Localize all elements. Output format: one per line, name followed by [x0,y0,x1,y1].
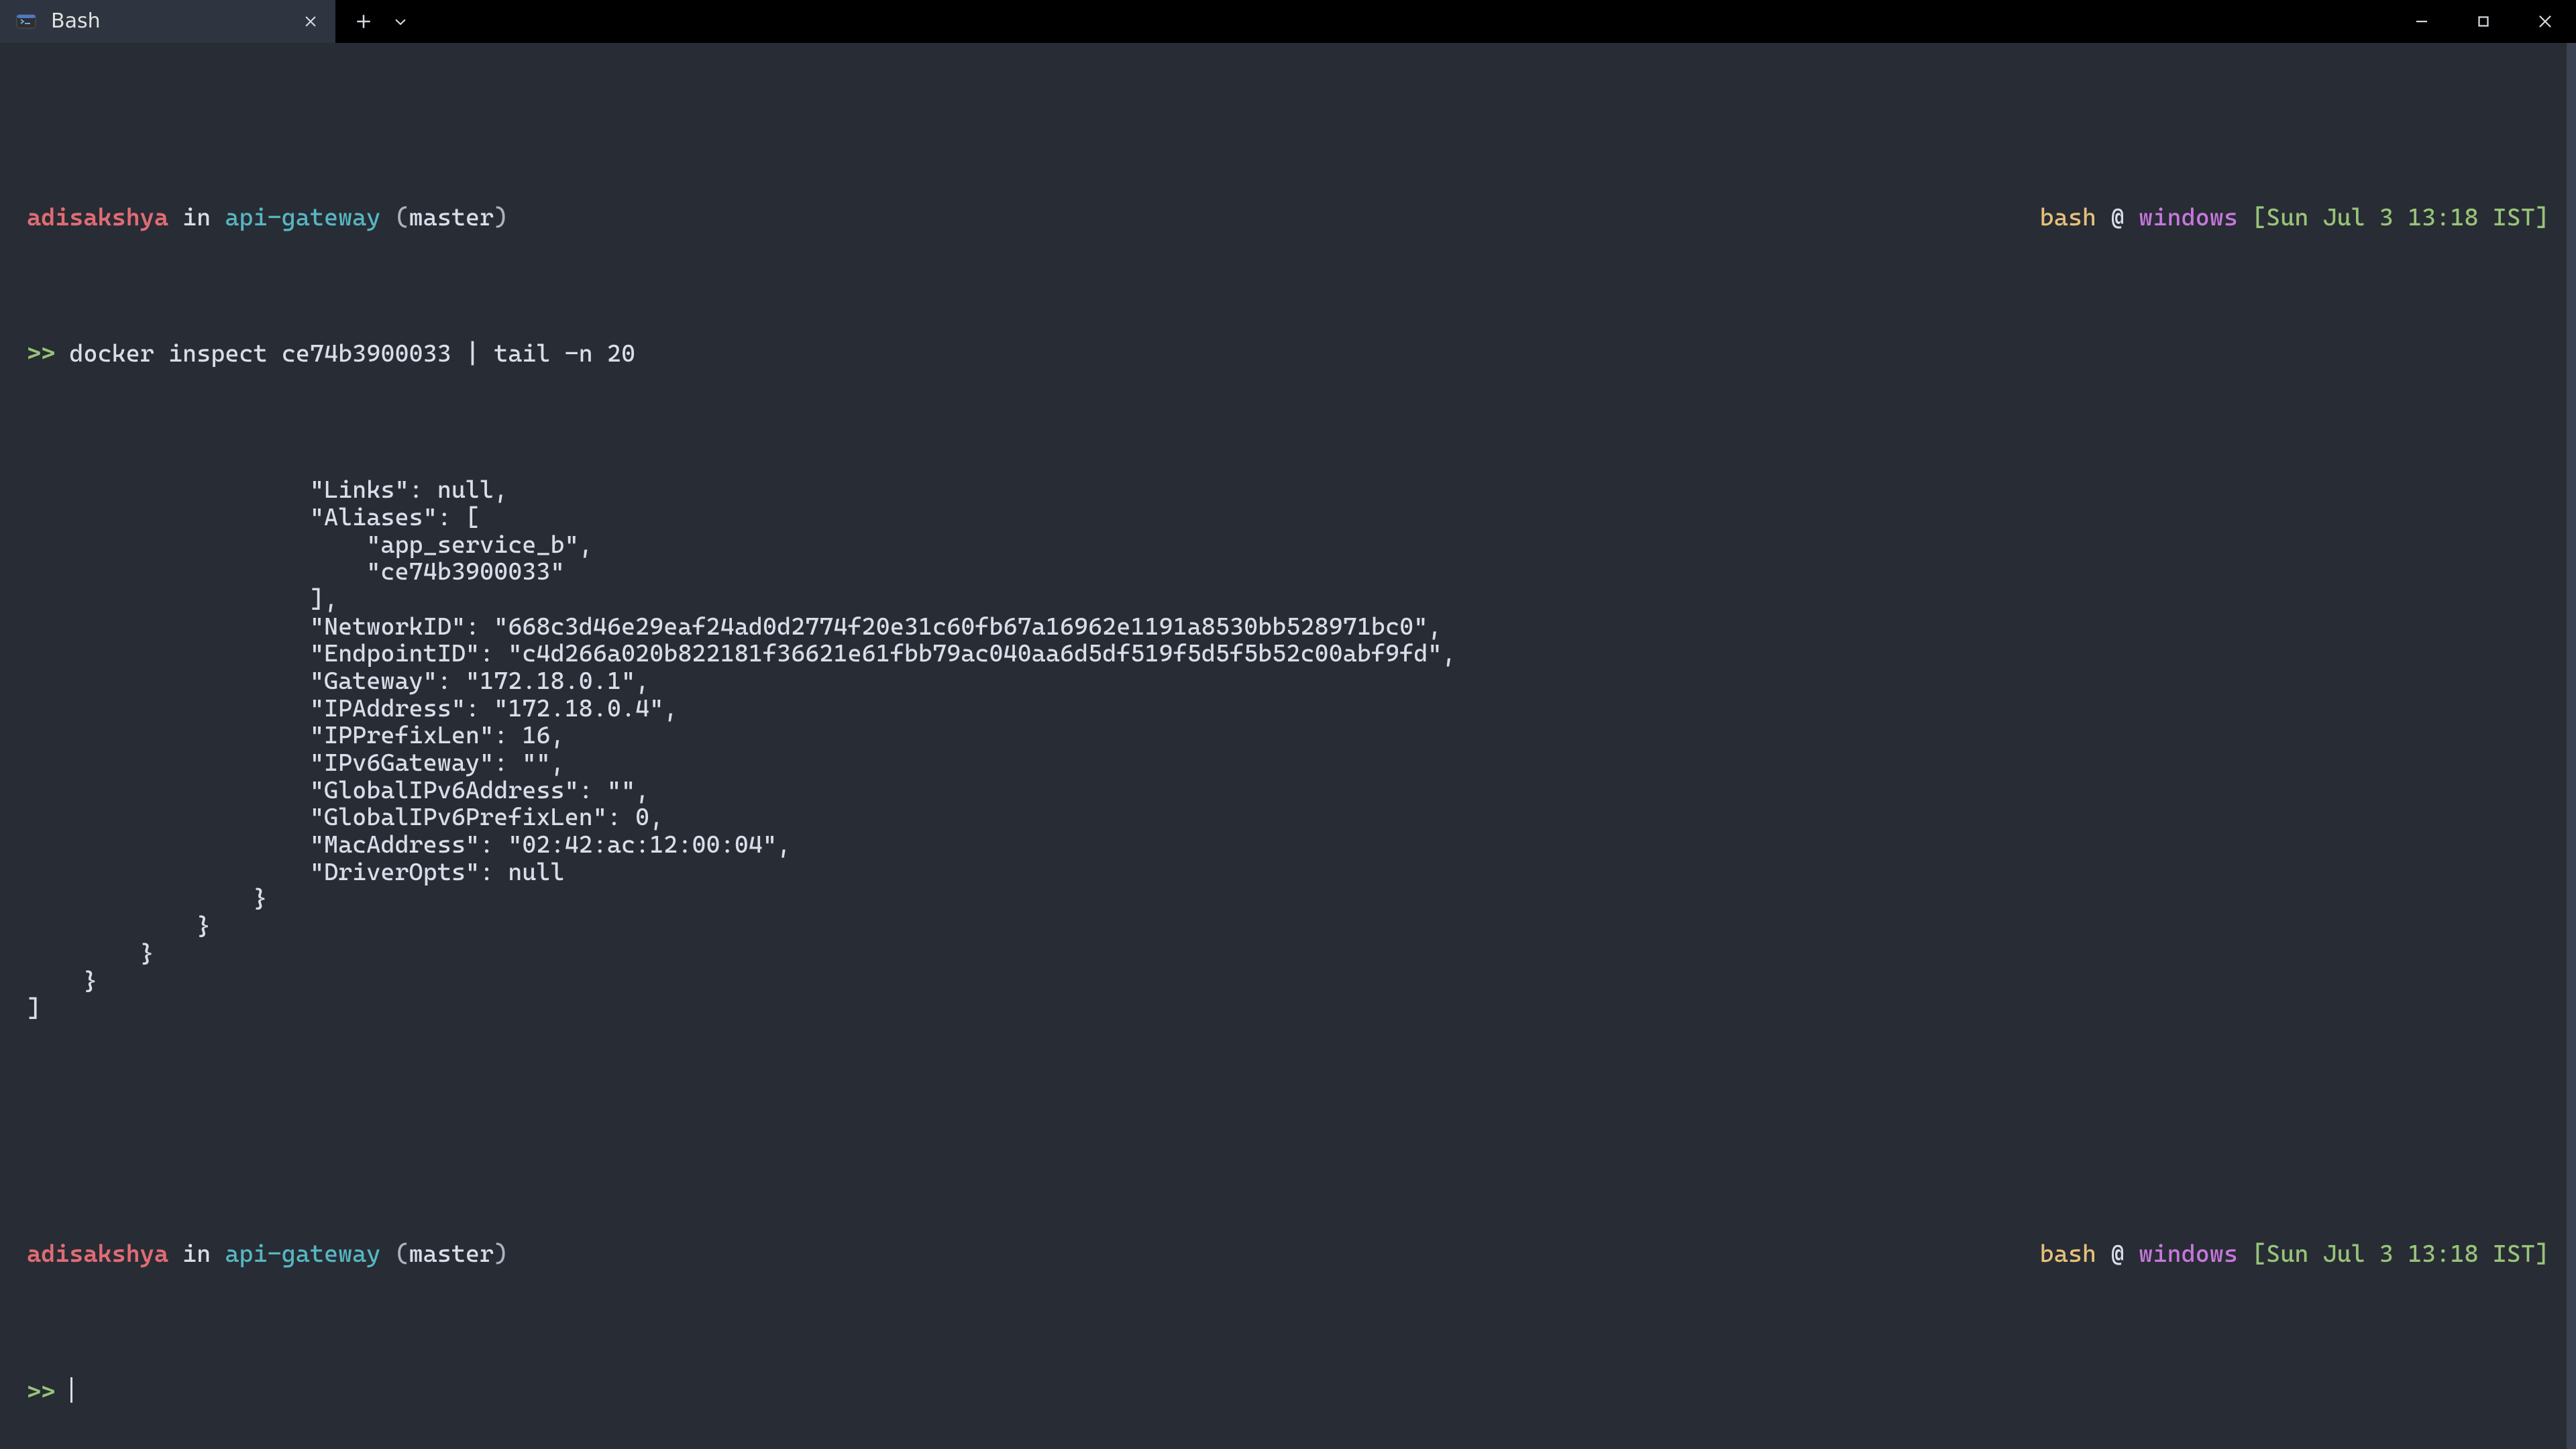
prompt-shell: bash [2040,1240,2096,1268]
new-tab-button[interactable] [343,1,384,42]
tab-title: Bash [51,10,286,33]
output-line: ] [27,996,2549,1023]
prompt-symbol: >> [27,1379,55,1406]
prompt-host: windows [2139,204,2238,231]
output-line: } [27,941,2549,969]
command-text: docker inspect ce74b3900033 | tail -n 20 [69,340,635,368]
command-line-2[interactable]: >> [27,1377,2549,1407]
prompt-branch: master [409,1240,494,1268]
prompt-date: Sun Jul 3 13:18 IST [2266,1240,2535,1268]
prompt-symbol: >> [27,340,55,368]
window-maximize-button[interactable] [2453,0,2514,43]
output-line: "DriverOpts": null [27,859,2549,887]
output-line: } [27,914,2549,941]
titlebar-area[interactable] [335,0,2576,43]
prompt-in: in [168,1240,225,1268]
output-line: } [27,969,2549,996]
prompt-header-2: adisakshya in api-gateway (master) bash … [27,1241,2549,1269]
prompt-date-close: ] [2535,1240,2549,1268]
vertical-scrollbar[interactable] [2567,43,2576,1449]
prompt-user: adisakshya [27,1240,168,1268]
terminal-app-icon [15,10,38,33]
prompt-at: @ [2096,1240,2139,1268]
scrollbar-thumb[interactable] [2567,43,2576,1449]
command-output: "Links": null, "Aliases": [ "app_service… [27,477,2549,1022]
output-line: "IPv6Gateway": "", [27,750,2549,777]
prompt-host: windows [2139,1240,2238,1268]
output-line: ], [27,586,2549,614]
prompt-dir: api-gateway [225,204,380,231]
terminal-area[interactable]: adisakshya in api-gateway (master) bash … [0,43,2576,1449]
output-line: "MacAddress": "02:42:ac:12:00:04", [27,832,2549,859]
prompt-header-1: adisakshya in api-gateway (master) bash … [27,205,2549,232]
tab-dropdown-button[interactable] [384,1,417,42]
window-minimize-button[interactable] [2391,0,2453,43]
output-line: "IPPrefixLen": 16, [27,722,2549,750]
terminal-tab[interactable]: Bash [0,0,335,43]
prompt-date: Sun Jul 3 13:18 IST [2266,204,2535,231]
command-line-1: >> docker inspect ce74b3900033 | tail -n… [27,341,2549,368]
output-line: "app_service_b", [27,532,2549,559]
window-close-button[interactable] [2514,0,2576,43]
output-line: "IPAddress": "172.18.0.4", [27,696,2549,723]
window-titlebar: Bash [0,0,2576,43]
prompt-branch-open: ( [380,1240,409,1268]
prompt-date-open: [ [2238,204,2266,231]
output-line: "Links": null, [27,477,2549,504]
prompt-date-open: [ [2238,1240,2266,1268]
prompt-user: adisakshya [27,204,168,231]
output-line: "Gateway": "172.18.0.1", [27,668,2549,696]
output-line: "GlobalIPv6PrefixLen": 0, [27,804,2549,832]
output-line: "GlobalIPv6Address": "", [27,777,2549,805]
prompt-dir: api-gateway [225,1240,380,1268]
prompt-shell: bash [2040,204,2096,231]
prompt-branch: master [409,204,494,231]
prompt-in: in [168,204,225,231]
text-cursor [70,1377,72,1403]
output-line: "ce74b3900033" [27,559,2549,586]
output-line: } [27,886,2549,914]
output-line: "Aliases": [ [27,504,2549,532]
tab-close-button[interactable] [299,10,322,33]
output-line: "EndpointID": "c4d266a020b822181f36621e6… [27,641,2549,668]
prompt-branch-close: ) [494,1240,508,1268]
prompt-date-close: ] [2535,204,2549,231]
prompt-branch-open: ( [380,204,409,231]
output-line: "NetworkID": "668c3d46e29eaf24ad0d2774f2… [27,614,2549,641]
prompt-at: @ [2096,204,2139,231]
prompt-branch-close: ) [494,204,508,231]
